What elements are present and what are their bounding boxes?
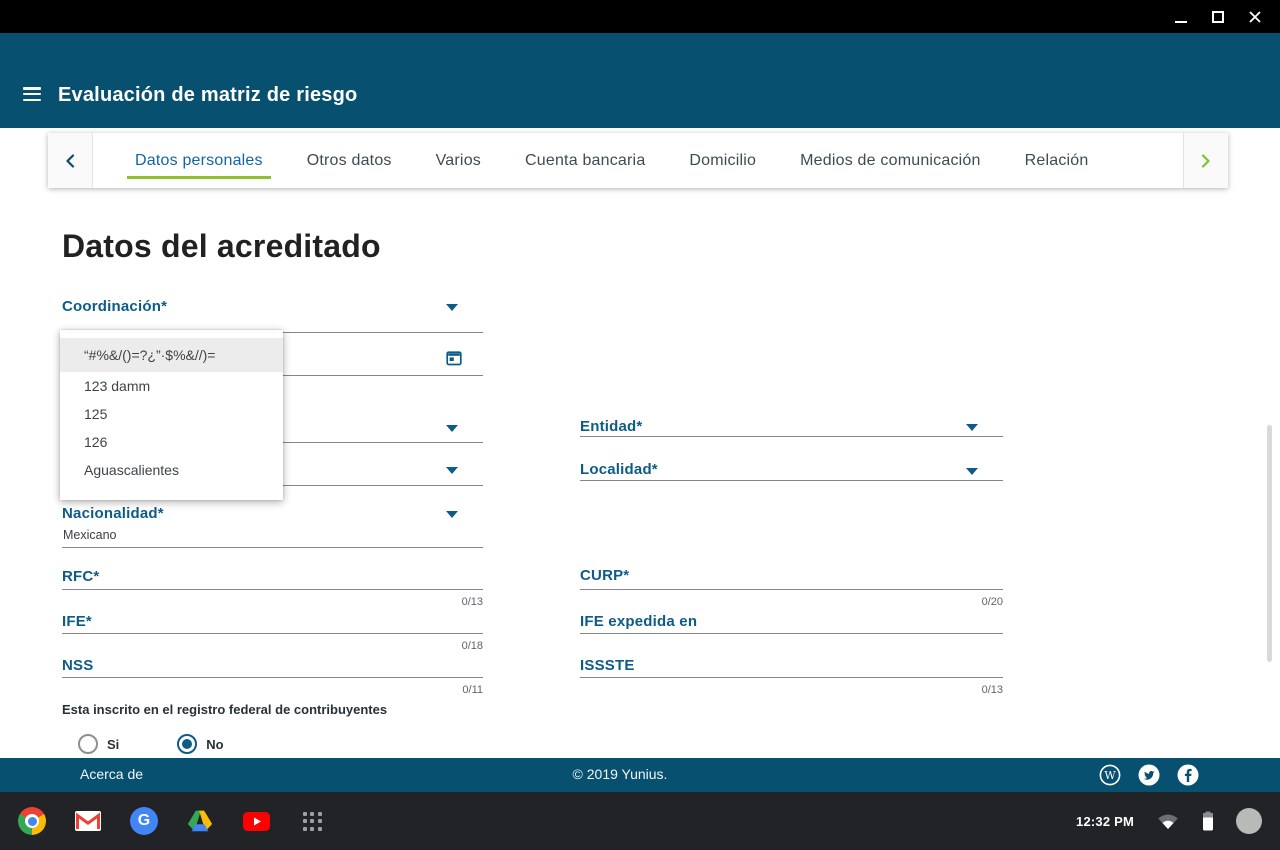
- status-tray[interactable]: 12:32 PM: [1076, 792, 1262, 850]
- dropdown-option[interactable]: 125: [60, 400, 283, 428]
- chevron-left-icon: [66, 153, 75, 168]
- calendar-icon[interactable]: [446, 350, 462, 366]
- wifi-icon: [1158, 814, 1178, 829]
- curp-counter: 0/20: [981, 596, 1003, 608]
- hidden-select-2-caret-icon[interactable]: [446, 467, 458, 474]
- localidad-underline: [580, 480, 1003, 481]
- rfc-question-label: Esta inscrito en el registro federal de …: [62, 702, 388, 717]
- curp-label: CURP*: [580, 567, 630, 584]
- radio-no[interactable]: [177, 734, 198, 754]
- maximize-button[interactable]: [1210, 9, 1226, 25]
- dropdown-option[interactable]: Aguascalientes: [60, 456, 283, 484]
- ife-counter: 0/18: [461, 640, 483, 652]
- social-links: W: [1099, 764, 1199, 786]
- app-title: Evaluación de matriz de riesgo: [58, 84, 358, 106]
- tab-varios[interactable]: Varios: [414, 133, 503, 188]
- nacionalidad-value[interactable]: Mexicano: [63, 528, 117, 542]
- rfc-underline[interactable]: [62, 589, 483, 590]
- minimize-button[interactable]: [1173, 9, 1189, 25]
- svg-text:W: W: [1104, 769, 1116, 782]
- entidad-underline: [580, 436, 1003, 437]
- close-icon: [1249, 10, 1261, 23]
- issste-underline[interactable]: [580, 677, 1003, 678]
- nss-counter: 0/11: [462, 684, 483, 696]
- tab-datos-personales[interactable]: Datos personales: [113, 133, 285, 188]
- tabs: Datos personales Otros datos Varios Cuen…: [93, 133, 1183, 188]
- ife-label: IFE*: [62, 613, 92, 630]
- battery-icon: [1203, 811, 1213, 831]
- facebook-icon[interactable]: [1177, 764, 1199, 786]
- tabs-next-button[interactable]: [1183, 133, 1228, 188]
- app-header: Evaluación de matriz de riesgo Operación…: [0, 33, 1280, 152]
- coordinacion-dropdown-menu: “#%&/()=?¿”·$%&//)= 123 damm 125 126 Agu…: [60, 330, 283, 500]
- tab-cuenta-bancaria[interactable]: Cuenta bancaria: [503, 133, 667, 188]
- footer: Acerca de © 2019 Yunius. W: [0, 758, 1280, 792]
- ife-underline[interactable]: [62, 633, 483, 634]
- youtube-icon[interactable]: [242, 807, 270, 835]
- tab-relacion[interactable]: Relación: [1003, 133, 1111, 188]
- nacionalidad-underline: [62, 547, 483, 548]
- gmail-icon[interactable]: [74, 807, 102, 835]
- dropdown-option[interactable]: 126: [60, 428, 283, 456]
- entidad-caret-icon[interactable]: [966, 424, 978, 431]
- main-content: Datos personales Otros datos Varios Cuen…: [0, 128, 1280, 758]
- issste-counter: 0/13: [981, 684, 1003, 696]
- chrome-icon[interactable]: [18, 807, 46, 835]
- coordinacion-caret-icon[interactable]: [446, 304, 458, 311]
- radio-no-label[interactable]: No: [206, 737, 223, 752]
- chevron-right-icon: [1201, 153, 1210, 168]
- tab-otros-datos[interactable]: Otros datos: [285, 133, 414, 188]
- close-button[interactable]: [1247, 9, 1263, 25]
- entidad-label: Entidad*: [580, 418, 643, 435]
- ife-expedida-label: IFE expedida en: [580, 613, 698, 630]
- rfc-label: RFC*: [62, 568, 100, 585]
- tab-domicilio[interactable]: Domicilio: [667, 133, 778, 188]
- nacionalidad-caret-icon[interactable]: [446, 511, 458, 518]
- localidad-label: Localidad*: [580, 461, 658, 478]
- nacionalidad-label: Nacionalidad*: [62, 505, 164, 522]
- curp-underline[interactable]: [580, 589, 1003, 590]
- ife-expedida-underline[interactable]: [580, 633, 1003, 634]
- about-link[interactable]: Acerca de: [80, 766, 143, 782]
- wordpress-icon[interactable]: W: [1099, 764, 1121, 786]
- hidden-select-1-caret-icon[interactable]: [446, 425, 458, 432]
- menu-icon[interactable]: [23, 87, 41, 101]
- taskbar: G 12:32 PM: [0, 792, 1280, 850]
- tab-medios-de-comunicacion[interactable]: Medios de comunicación: [778, 133, 1003, 188]
- clock: 12:32 PM: [1076, 813, 1134, 829]
- page-title: Datos del acreditado: [62, 228, 381, 264]
- google-drive-icon[interactable]: [186, 807, 214, 835]
- coordinacion-label: Coordinación*: [62, 298, 168, 315]
- taskbar-apps: G: [0, 807, 326, 835]
- radio-si-label[interactable]: Si: [107, 737, 119, 752]
- twitter-icon[interactable]: [1138, 764, 1160, 786]
- localidad-caret-icon[interactable]: [966, 468, 978, 475]
- rfc-counter: 0/13: [461, 596, 483, 608]
- google-search-icon[interactable]: G: [130, 807, 158, 835]
- nss-label: NSS: [62, 657, 94, 674]
- dropdown-option[interactable]: “#%&/()=?¿”·$%&//)=: [60, 338, 283, 372]
- nss-underline[interactable]: [62, 677, 483, 678]
- rfc-question-options: Si No: [78, 734, 224, 754]
- account-avatar[interactable]: [1236, 808, 1262, 834]
- copyright-text: © 2019 Yunius.: [572, 766, 668, 782]
- scrollbar-thumb[interactable]: [1267, 425, 1272, 662]
- section-tab-strip: Datos personales Otros datos Varios Cuen…: [48, 133, 1228, 188]
- app-launcher-icon[interactable]: [298, 807, 326, 835]
- window-title-bar: [0, 0, 1280, 33]
- radio-si[interactable]: [78, 734, 98, 754]
- dropdown-option[interactable]: 123 damm: [60, 372, 283, 400]
- tabs-prev-button[interactable]: [48, 133, 93, 188]
- issste-label: ISSSTE: [580, 657, 635, 674]
